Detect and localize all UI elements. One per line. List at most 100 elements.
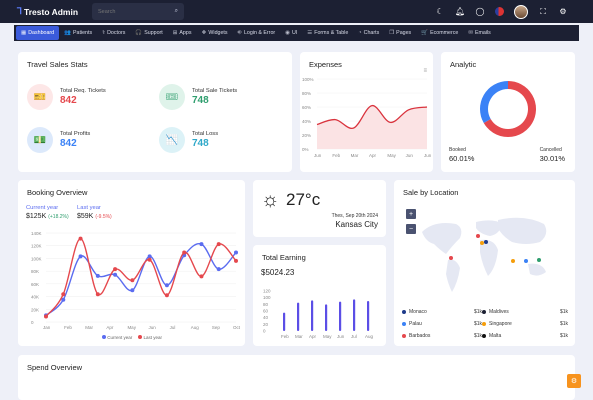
earning-bar[interactable] bbox=[367, 301, 370, 331]
nav-item-charts[interactable]: ◔ Charts bbox=[353, 26, 384, 40]
data-point[interactable] bbox=[130, 278, 135, 283]
weather-city: Kansas City bbox=[335, 220, 378, 229]
weather-temperature: 27°c bbox=[286, 190, 321, 209]
map-marker[interactable] bbox=[476, 234, 480, 238]
nav-item-login-error[interactable]: ⎆ Login & Error bbox=[233, 26, 281, 40]
data-point[interactable] bbox=[113, 272, 118, 277]
y-tick-label: 60% bbox=[302, 105, 311, 110]
search-icon[interactable]: ⌕ bbox=[175, 8, 178, 15]
search-box[interactable]: ⌕ bbox=[92, 3, 184, 20]
bell-icon[interactable]: 🔔︎ bbox=[455, 7, 465, 16]
location-item: Monaco $1k bbox=[402, 309, 482, 315]
y-tick-label: 40% bbox=[302, 119, 311, 124]
data-point[interactable] bbox=[95, 292, 100, 297]
data-point[interactable] bbox=[113, 267, 118, 272]
nav-item-patients[interactable]: 👥 Patients bbox=[59, 26, 97, 40]
map-marker[interactable] bbox=[449, 256, 453, 260]
x-tick-label: Jul bbox=[170, 325, 176, 330]
stat-label: Total Profits bbox=[60, 131, 91, 137]
x-tick-label: Apr bbox=[106, 325, 114, 330]
data-point[interactable] bbox=[199, 274, 204, 279]
data-point[interactable] bbox=[61, 292, 66, 297]
spend-title: Spend Overview bbox=[27, 363, 83, 372]
x-tick-label: Oct bbox=[233, 325, 241, 330]
earning-bar[interactable] bbox=[311, 300, 314, 331]
map-marker[interactable] bbox=[524, 259, 528, 263]
data-point[interactable] bbox=[78, 254, 83, 259]
nav-item-forms-table[interactable]: ☰ Forms & Table bbox=[302, 26, 353, 40]
nav-icon: ⎆ bbox=[237, 29, 242, 36]
earning-bar[interactable] bbox=[353, 299, 356, 331]
nav-label: Apps bbox=[179, 30, 192, 36]
data-point[interactable] bbox=[216, 267, 221, 272]
data-point[interactable] bbox=[199, 242, 204, 247]
location-item: Barbados $1k bbox=[402, 333, 482, 339]
search-input[interactable] bbox=[98, 8, 158, 15]
stat-value: 748 bbox=[192, 95, 209, 106]
chat-icon[interactable]: ◯ bbox=[475, 7, 485, 16]
nav-icon: ✉ bbox=[468, 30, 473, 36]
data-point[interactable] bbox=[234, 258, 238, 263]
earning-bar[interactable] bbox=[297, 302, 300, 331]
fullscreen-icon[interactable]: ⛶ bbox=[538, 7, 548, 17]
donut-slice-cancelled[interactable] bbox=[480, 81, 509, 124]
nav-icon: ☰ bbox=[307, 30, 313, 36]
x-tick-label: Apr bbox=[369, 153, 377, 158]
y-tick-label: 40K bbox=[31, 295, 39, 300]
map-marker[interactable] bbox=[484, 240, 488, 244]
nav-label: Emails bbox=[474, 30, 491, 36]
earning-bar[interactable] bbox=[325, 304, 328, 331]
x-tick-label: Feb bbox=[332, 153, 340, 158]
data-point[interactable] bbox=[78, 236, 83, 241]
map-marker[interactable] bbox=[480, 241, 484, 245]
data-point[interactable] bbox=[147, 257, 152, 262]
nav-item-ecommerce[interactable]: 🛒 Ecommerce bbox=[416, 26, 463, 40]
nav-item-support[interactable]: 🎧 Support bbox=[130, 26, 167, 40]
location-item: Malta $1k bbox=[482, 333, 568, 339]
nav-label: Forms & Table bbox=[314, 30, 349, 36]
earning-bar[interactable] bbox=[339, 301, 342, 331]
nav-label: Ecommerce bbox=[430, 30, 459, 36]
brand-logo[interactable]: Ꞁ Tresto Admin bbox=[17, 6, 91, 17]
stat-2: 💵 Total Profits 842 bbox=[27, 127, 90, 153]
stat-value: 842 bbox=[60, 95, 77, 106]
data-point[interactable] bbox=[164, 293, 169, 298]
travel-sales-title: Travel Sales Stats bbox=[27, 60, 88, 69]
nav-item-emails[interactable]: ✉ Emails bbox=[463, 26, 496, 40]
nav-icon: ⚕ bbox=[102, 30, 106, 36]
nav-item-ui[interactable]: ◉ UI bbox=[280, 26, 302, 40]
stat-icon: 📉 bbox=[159, 127, 185, 153]
data-point[interactable] bbox=[44, 314, 48, 319]
data-point[interactable] bbox=[130, 288, 135, 293]
y-tick-label: 100% bbox=[302, 77, 314, 82]
stat-icon: 💵 bbox=[27, 127, 53, 153]
settings-fab-button[interactable]: ⚙ bbox=[567, 374, 581, 388]
nav-item-apps[interactable]: ⊞ Apps bbox=[168, 26, 197, 40]
avatar[interactable] bbox=[514, 4, 528, 19]
series-line-1 bbox=[45, 237, 237, 317]
data-point[interactable] bbox=[164, 283, 169, 288]
stat-0: 🎫 Total Req. Tickets 842 bbox=[27, 84, 106, 110]
map-marker[interactable] bbox=[511, 259, 515, 263]
settings-icon[interactable]: ⚙ bbox=[558, 7, 568, 16]
earning-bar[interactable] bbox=[283, 312, 286, 331]
weather-card: ☼ 27°c Thes, Sep 20th 2024 Kansas City bbox=[253, 180, 386, 237]
nav-icon: ❐ bbox=[389, 30, 395, 36]
x-tick-label: May bbox=[387, 153, 396, 158]
x-tick-label: May bbox=[323, 334, 332, 339]
nav-item-pages[interactable]: ❐ Pages bbox=[384, 26, 416, 40]
nav-item-widgets[interactable]: ❖ Widgets bbox=[196, 26, 232, 40]
data-point[interactable] bbox=[234, 250, 238, 255]
moon-icon[interactable]: ☾ bbox=[435, 7, 445, 16]
flag-icon[interactable] bbox=[495, 7, 504, 16]
data-point[interactable] bbox=[95, 273, 100, 278]
nav-item-doctors[interactable]: ⚕ Doctors bbox=[97, 26, 130, 40]
nav-item-dashboard[interactable]: ▦ Dashboard bbox=[16, 26, 60, 40]
data-point[interactable] bbox=[182, 250, 187, 255]
stat-label: Total Req. Tickets bbox=[60, 88, 106, 94]
data-point[interactable] bbox=[216, 242, 221, 247]
y-tick-label: 0 bbox=[263, 329, 266, 334]
map-marker[interactable] bbox=[537, 258, 541, 262]
y-tick-label: 0 bbox=[31, 320, 34, 325]
y-tick-label: 60 bbox=[263, 309, 269, 314]
